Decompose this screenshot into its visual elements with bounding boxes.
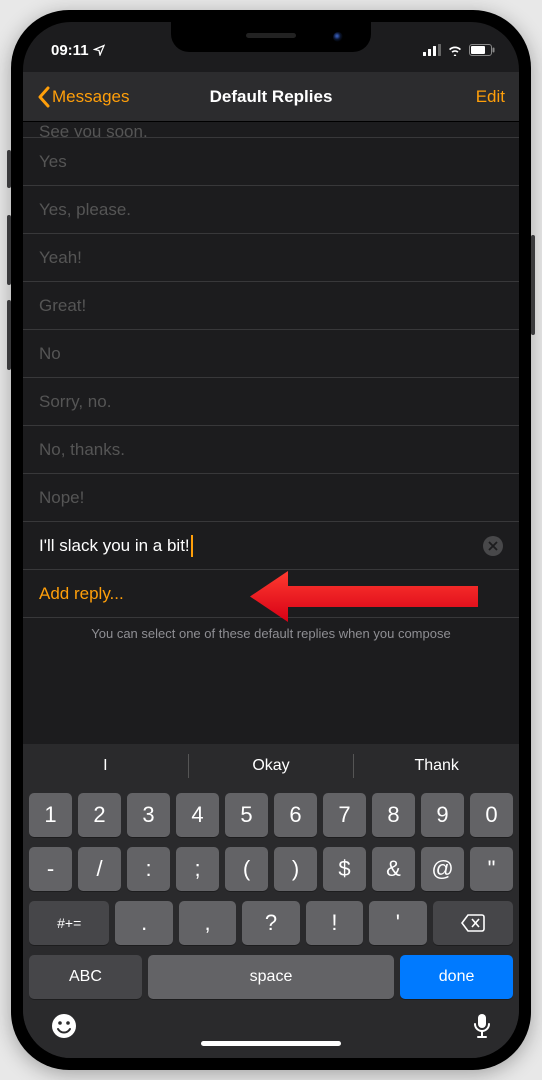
reply-row[interactable]: Sorry, no. bbox=[23, 378, 519, 426]
reply-text: See you soon. bbox=[39, 122, 148, 138]
key-quote[interactable]: " bbox=[470, 847, 513, 891]
page-title: Default Replies bbox=[210, 87, 333, 107]
suggestion-bar: I Okay Thank bbox=[23, 744, 519, 788]
edit-button[interactable]: Edit bbox=[476, 87, 505, 107]
keyboard: I Okay Thank 1 2 3 4 5 6 7 8 9 0 - / bbox=[23, 744, 519, 1058]
reply-row[interactable]: Yes, please. bbox=[23, 186, 519, 234]
key-done[interactable]: done bbox=[400, 955, 513, 999]
key-rparen[interactable]: ) bbox=[274, 847, 317, 891]
key-0[interactable]: 0 bbox=[470, 793, 513, 837]
add-reply-label: Add reply... bbox=[39, 584, 124, 604]
key-amp[interactable]: & bbox=[372, 847, 415, 891]
nav-bar: Messages Default Replies Edit bbox=[23, 72, 519, 122]
backspace-icon bbox=[461, 914, 485, 932]
key-dash[interactable]: - bbox=[29, 847, 72, 891]
reply-input-text: I'll slack you in a bit! bbox=[39, 536, 190, 556]
reply-text: Yeah! bbox=[39, 248, 82, 268]
add-reply-button[interactable]: Add reply... bbox=[23, 570, 519, 618]
clear-input-button[interactable] bbox=[483, 536, 503, 556]
close-icon bbox=[488, 541, 498, 551]
key-1[interactable]: 1 bbox=[29, 793, 72, 837]
key-8[interactable]: 8 bbox=[372, 793, 415, 837]
key-slash[interactable]: / bbox=[78, 847, 121, 891]
reply-text: Yes bbox=[39, 152, 67, 172]
reply-row[interactable]: Yes bbox=[23, 138, 519, 186]
suggestion[interactable]: Okay bbox=[189, 744, 354, 788]
key-colon[interactable]: : bbox=[127, 847, 170, 891]
emoji-button[interactable] bbox=[51, 1013, 77, 1044]
suggestion[interactable]: I bbox=[23, 744, 188, 788]
key-apostrophe[interactable]: ' bbox=[369, 901, 426, 945]
reply-text: No, thanks. bbox=[39, 440, 125, 460]
cellular-icon bbox=[423, 44, 441, 56]
wifi-icon bbox=[447, 44, 463, 56]
microphone-icon bbox=[473, 1013, 491, 1039]
reply-text: Nope! bbox=[39, 488, 84, 508]
reply-text: Great! bbox=[39, 296, 86, 316]
key-lparen[interactable]: ( bbox=[225, 847, 268, 891]
key-period[interactable]: . bbox=[115, 901, 172, 945]
reply-row[interactable]: Great! bbox=[23, 282, 519, 330]
key-backspace[interactable] bbox=[433, 901, 513, 945]
chevron-left-icon bbox=[37, 86, 50, 108]
key-4[interactable]: 4 bbox=[176, 793, 219, 837]
key-5[interactable]: 5 bbox=[225, 793, 268, 837]
reply-text: Sorry, no. bbox=[39, 392, 111, 412]
reply-row[interactable]: No bbox=[23, 330, 519, 378]
reply-input-row[interactable]: I'll slack you in a bit! bbox=[23, 522, 519, 570]
reply-row[interactable]: Nope! bbox=[23, 474, 519, 522]
reply-row[interactable]: Yeah! bbox=[23, 234, 519, 282]
emoji-icon bbox=[51, 1013, 77, 1039]
reply-text: Yes, please. bbox=[39, 200, 131, 220]
key-3[interactable]: 3 bbox=[127, 793, 170, 837]
key-2[interactable]: 2 bbox=[78, 793, 121, 837]
key-9[interactable]: 9 bbox=[421, 793, 464, 837]
dictation-button[interactable] bbox=[473, 1013, 491, 1044]
key-space[interactable]: space bbox=[148, 955, 394, 999]
location-icon bbox=[93, 44, 105, 56]
key-comma[interactable]: , bbox=[179, 901, 236, 945]
text-cursor bbox=[191, 535, 193, 557]
footer-hint: You can select one of these default repl… bbox=[23, 618, 519, 647]
reply-row[interactable]: No, thanks. bbox=[23, 426, 519, 474]
key-dollar[interactable]: $ bbox=[323, 847, 366, 891]
replies-list: See you soon. Yes Yes, please. Yeah! Gre… bbox=[23, 122, 519, 744]
key-symbols-shift[interactable]: #+= bbox=[29, 901, 109, 945]
back-button[interactable]: Messages bbox=[37, 86, 129, 108]
reply-row[interactable]: See you soon. bbox=[23, 122, 519, 138]
key-7[interactable]: 7 bbox=[323, 793, 366, 837]
key-exclaim[interactable]: ! bbox=[306, 901, 363, 945]
home-indicator[interactable] bbox=[201, 1041, 341, 1046]
key-6[interactable]: 6 bbox=[274, 793, 317, 837]
key-abc[interactable]: ABC bbox=[29, 955, 142, 999]
key-question[interactable]: ? bbox=[242, 901, 299, 945]
key-semicolon[interactable]: ; bbox=[176, 847, 219, 891]
back-label: Messages bbox=[52, 87, 129, 107]
suggestion[interactable]: Thank bbox=[354, 744, 519, 788]
key-at[interactable]: @ bbox=[421, 847, 464, 891]
reply-text: No bbox=[39, 344, 61, 364]
status-time: 09:11 bbox=[51, 42, 89, 59]
battery-icon bbox=[469, 44, 495, 56]
